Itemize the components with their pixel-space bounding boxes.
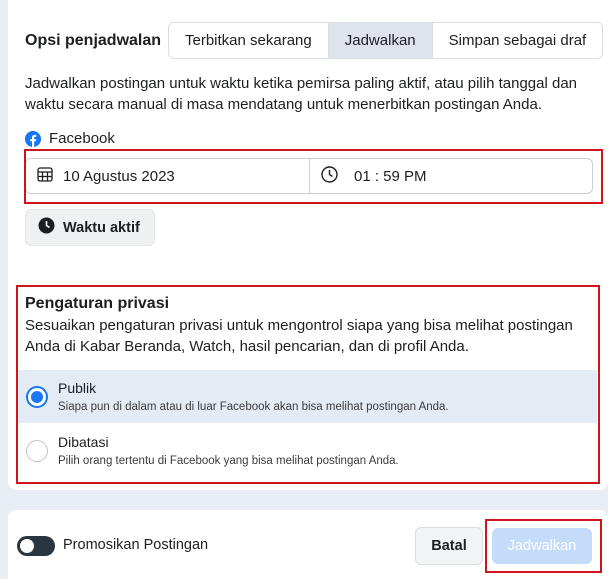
- platform-label: Facebook: [49, 130, 115, 147]
- tab-schedule[interactable]: Jadwalkan: [327, 23, 432, 58]
- cancel-button[interactable]: Batal: [415, 527, 483, 565]
- highlight-schedule-button: [485, 519, 602, 573]
- facebook-logo-icon: [25, 130, 41, 147]
- highlight-datetime: [24, 149, 603, 204]
- scheduling-title: Opsi penjadwalan: [25, 32, 162, 49]
- active-time-button[interactable]: Waktu aktif: [25, 209, 155, 246]
- scheduling-description: Jadwalkan postingan untuk waktu ketika p…: [25, 75, 578, 113]
- publish-mode-tabs: Terbitkan sekarang Jadwalkan Simpan seba…: [168, 22, 604, 59]
- tab-publish-now[interactable]: Terbitkan sekarang: [169, 23, 328, 58]
- platform-row: Facebook: [25, 130, 115, 147]
- promote-toggle[interactable]: [17, 536, 55, 556]
- highlight-privacy: [16, 285, 600, 484]
- clock-filled-icon: [38, 217, 55, 238]
- active-time-label: Waktu aktif: [63, 219, 140, 236]
- tab-save-draft[interactable]: Simpan sebagai draf: [431, 23, 603, 58]
- promote-label: Promosikan Postingan: [63, 537, 209, 553]
